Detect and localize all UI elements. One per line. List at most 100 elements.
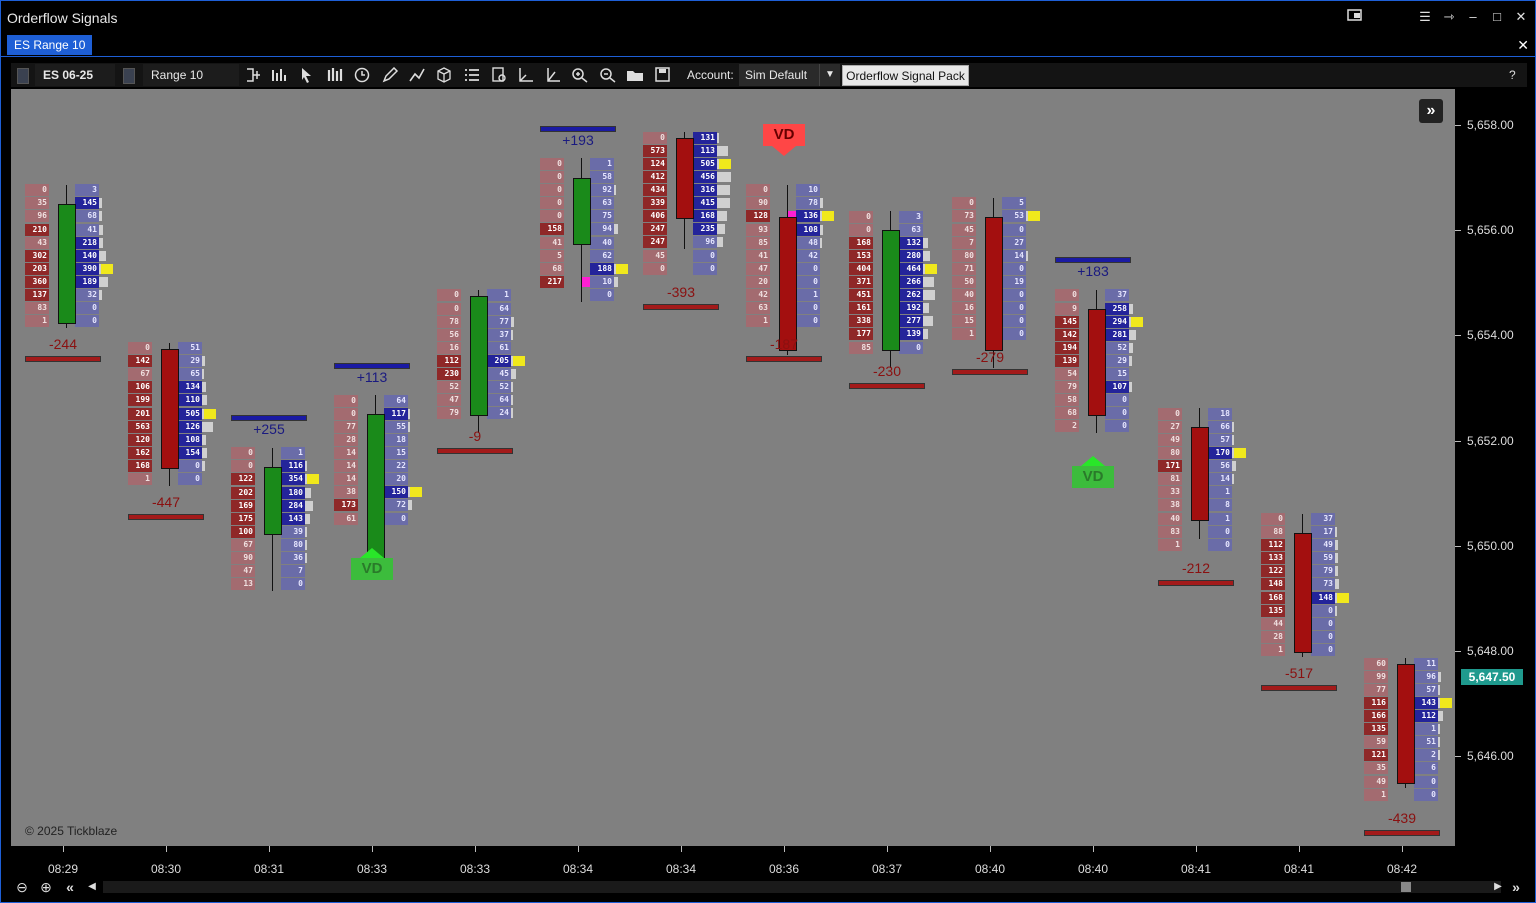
ask-volume-cell: 0 [178,459,202,472]
imbalance-marker [204,408,216,419]
delta-strength-bar [952,369,1028,376]
bid-volume-cell: 0 [334,394,358,407]
menu-icon[interactable]: ☰ [1415,8,1435,26]
folder-icon[interactable] [626,67,644,83]
bid-volume-cell: 139 [1055,354,1079,367]
price-label: 5,658.00 [1467,118,1514,132]
volume-profile-bar [923,290,935,301]
scroll-left-icon[interactable]: ◀ [83,878,101,896]
bid-volume-cell: 122 [1261,565,1285,578]
data-box-icon[interactable] [490,67,508,83]
snap-window-icon[interactable] [1345,8,1365,26]
volume-profile-bar [99,211,102,222]
delta-strength-bar [231,415,307,422]
chart-canvas[interactable]: 0 3 35 145 96 68 210 41 43 218 302 140 203 390 360 189 1… [11,89,1455,846]
ask-volume-cell: 0 [1002,315,1026,328]
bar-type-selector[interactable]: Range 10 [143,64,239,86]
price-axis[interactable]: 5,658.00 5,656.00 5,654.00 5,652.00 5,650.00… [1455,89,1527,846]
imbalance-marker [410,487,422,498]
bid-volume-cell: 5 [540,249,564,262]
clock-icon[interactable] [353,67,371,83]
bar-delta-label: -279 [975,349,1005,366]
crosshair-icon[interactable] [244,67,262,83]
volume-profile-bar [511,395,513,406]
close-tab-icon[interactable]: ✕ [1517,36,1529,54]
list-icon[interactable] [463,67,481,83]
scroll-to-end-icon[interactable]: » [1507,878,1525,896]
help-button[interactable]: ? [1509,63,1521,87]
bid-volume-cell: 56 [437,328,461,341]
delta-strength-bar [1261,685,1337,692]
bar-type-color-swatch[interactable] [123,68,135,84]
pointer-icon[interactable] [298,67,316,83]
bar-delta-label: +113 [356,368,388,385]
instrument-selector[interactable]: ES 06-25 [35,64,115,86]
bid-volume-cell: 50 [952,275,976,288]
zoom-out-icon[interactable] [599,67,617,83]
expand-panel-icon[interactable]: » [1419,99,1443,123]
time-label: 08:31 [253,862,285,876]
axis-scale-icon[interactable] [544,67,562,83]
zoom-in-icon[interactable] [571,67,589,83]
zoom-out-icon[interactable]: ⊖ [13,878,31,896]
ask-volume-cell: 3 [899,210,923,223]
delta-strength-bar [437,448,513,455]
maximize-icon[interactable]: □ [1487,8,1507,26]
volume-profile-bar [408,408,410,419]
cube-icon[interactable] [435,67,453,83]
volume-profile-bar [923,316,933,327]
ask-volume-cell: 0 [1311,604,1335,617]
bid-volume-cell: 15 [952,315,976,328]
absorption-marker [582,276,590,287]
ask-volume-cell: 49 [1311,539,1335,552]
close-window-icon[interactable]: ✕ [1511,8,1531,26]
ask-volume-cell: 0 [796,315,820,328]
ask-volume-cell: 0 [384,512,408,525]
volume-profile-bar [202,369,204,380]
minimize-icon[interactable]: – [1463,8,1483,26]
axis-icon[interactable] [517,67,535,83]
chevron-down-icon[interactable]: ▼ [819,64,840,86]
volume-profile-bar [1335,540,1338,551]
volume-profile-bar [99,224,103,235]
ask-volume-cell: 77 [487,315,511,328]
bid-volume-cell: 0 [540,171,564,183]
ask-volume-cell: 36 [281,552,305,564]
bar-style-icon[interactable] [326,67,344,83]
candle-body [1397,664,1415,785]
bid-volume-cell: 40 [952,289,976,302]
pin-icon[interactable]: ⇾ [1439,8,1459,26]
ask-volume-cell: 390 [75,262,99,275]
tab-es-range-10[interactable]: ES Range 10 [7,35,93,55]
line-tool-icon[interactable] [408,67,426,83]
imbalance-marker [1028,211,1040,222]
ask-volume-cell: 94 [590,223,614,236]
volume-profile-bar [820,237,822,248]
app-window: Orderflow Signals ☰ ⇾ – □ ✕ ES Range 10 … [0,0,1536,903]
bid-volume-cell: 35 [25,197,49,210]
orderflow-signal-pack-button[interactable]: Orderflow Signal Pack [842,65,969,86]
candle-body [985,217,1003,351]
ask-volume-cell: 1 [1208,512,1232,525]
signal-marker-vd: VD [351,557,393,580]
instrument-color-swatch[interactable] [17,68,29,84]
templates-icon[interactable] [271,67,289,83]
bid-volume-cell: 210 [25,223,49,236]
zoom-in-icon[interactable]: ⊕ [37,878,55,896]
ask-volume-cell: 0 [281,578,305,591]
account-select[interactable]: Sim Default [739,64,819,86]
ask-volume-cell: 284 [281,499,305,512]
bid-volume-cell: 142 [1055,328,1079,341]
ask-volume-cell: 39 [281,525,305,538]
draw-pencil-icon[interactable] [381,67,399,83]
scroll-right-icon[interactable]: ▶ [1489,878,1507,896]
scroll-to-start-icon[interactable]: « [61,878,79,896]
horizontal-scrollbar[interactable] [103,881,1501,893]
ask-volume-cell: 0 [1105,420,1129,433]
scroll-thumb[interactable] [1401,882,1411,892]
ask-volume-cell: 51 [1414,736,1438,749]
bid-volume-cell: 201 [128,407,152,420]
time-axis[interactable]: 08:29 08:30 08:31 08:33 08:33 08:34 08:34 08:36… [11,846,1455,878]
save-icon[interactable] [654,67,672,83]
ask-volume-cell: 0 [1002,289,1026,302]
